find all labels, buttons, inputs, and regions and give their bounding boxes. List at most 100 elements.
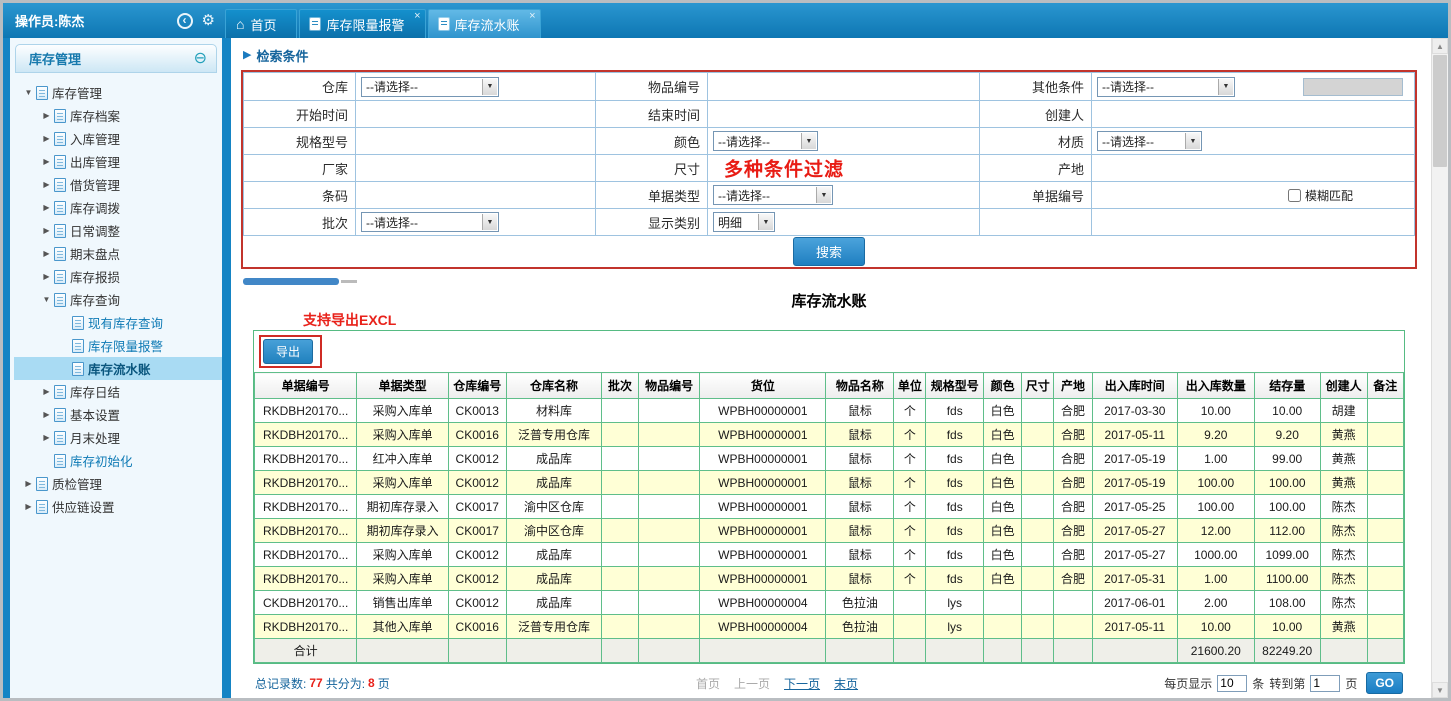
tree-item-label: 库存报损 — [70, 267, 120, 286]
first-page-link[interactable]: 首页 — [696, 675, 720, 692]
chevron-right-icon[interactable]: ▶ — [40, 134, 53, 143]
chevron-right-icon[interactable]: ▶ — [40, 387, 53, 396]
sidebar-item-inventory-query[interactable]: ▼库存查询 — [14, 288, 222, 311]
color-select[interactable]: --请选择--▼ — [713, 131, 818, 151]
search-section-header[interactable]: ▶ 检索条件 — [241, 45, 1417, 70]
vertical-scrollbar[interactable]: ▲ ▼ — [1431, 38, 1448, 698]
chevron-down-icon[interactable]: ▼ — [22, 88, 35, 97]
manufacturer-input[interactable] — [361, 158, 579, 178]
scroll-up-icon[interactable]: ▲ — [1432, 38, 1448, 54]
sidebar-item-borrow-management[interactable]: ▶借货管理 — [14, 173, 222, 196]
table-row[interactable]: RKDBH20170...其他入库单CK0016泛普专用仓库WPBH000000… — [255, 615, 1404, 639]
sidebar-item-daily-adjustment[interactable]: ▶日常调整 — [14, 219, 222, 242]
sidebar-item-inventory-daily-settlement[interactable]: ▶库存日结 — [14, 380, 222, 403]
table-row[interactable]: RKDBH20170...采购入库单CK0012成品库WPBH00000001鼠… — [255, 471, 1404, 495]
table-row[interactable]: RKDBH20170...期初库存录入CK0017渝中区仓库WPBH000000… — [255, 519, 1404, 543]
chevron-right-icon[interactable]: ▶ — [40, 203, 53, 212]
start-time-input[interactable] — [361, 104, 579, 124]
chevron-right-icon[interactable]: ▶ — [40, 249, 53, 258]
table-cell: 108.00 — [1254, 591, 1320, 615]
origin-input[interactable] — [1097, 158, 1393, 178]
scroll-down-icon[interactable]: ▼ — [1432, 682, 1448, 698]
end-time-field-cell — [708, 101, 980, 127]
tab-inventory-limit-alarm[interactable]: 库存限量报警× — [299, 9, 425, 38]
start-time-field-cell — [356, 101, 596, 127]
manufacturer-field-cell — [356, 155, 596, 181]
chevron-down-icon[interactable]: ▼ — [40, 295, 53, 304]
go-button[interactable]: GO — [1366, 672, 1403, 694]
sidebar-item-supply-chain-settings[interactable]: ▶供应链设置 — [14, 495, 222, 518]
sidebar-item-quality-inspection[interactable]: ▶质检管理 — [14, 472, 222, 495]
topbar: 操作员:陈杰 ‹ ⚙ ⌂首页库存限量报警×库存流水账× — [3, 3, 1448, 38]
chevron-right-icon[interactable]: ▶ — [40, 226, 53, 235]
close-icon[interactable]: × — [529, 10, 535, 22]
sidebar-item-period-end-stocktake[interactable]: ▶ 期末盘点 — [14, 242, 222, 265]
tab-home[interactable]: ⌂首页 — [225, 9, 297, 38]
close-icon[interactable]: × — [414, 10, 420, 22]
doc-type-select[interactable]: --请选择--▼ — [713, 185, 833, 205]
splitter[interactable] — [222, 38, 231, 698]
sidebar-item-inventory-transfer[interactable]: ▶库存调拨 — [14, 196, 222, 219]
chevron-right-icon[interactable]: ▶ — [40, 410, 53, 419]
vertical-scrollbar-thumb[interactable] — [1433, 55, 1447, 167]
table-row[interactable]: RKDBH20170...采购入库单CK0016泛普专用仓库WPBH000000… — [255, 423, 1404, 447]
next-page-link[interactable]: 下一页 — [784, 675, 820, 692]
chevron-right-icon[interactable]: ▶ — [22, 479, 35, 488]
export-button[interactable]: 导出 — [263, 339, 313, 364]
other-condition-select[interactable]: --请选择--▼ — [1097, 77, 1235, 97]
display-category-select[interactable]: 明细▼ — [713, 212, 775, 232]
back-icon[interactable]: ‹ — [177, 13, 193, 29]
horizontal-scrollbar-thumb[interactable] — [243, 278, 339, 285]
table-cell — [602, 471, 638, 495]
chevron-right-icon[interactable]: ▶ — [40, 272, 53, 281]
creator-input[interactable] — [1097, 104, 1393, 124]
sidebar-item-month-end-processing[interactable]: ▶月末处理 — [14, 426, 222, 449]
table-row[interactable]: RKDBH20170...采购入库单CK0013材料库WPBH00000001鼠… — [255, 399, 1404, 423]
doc-type-field-cell: --请选择--▼ — [708, 182, 980, 208]
table-cell: 白色 — [983, 495, 1021, 519]
fuzzy-match-checkbox[interactable] — [1288, 189, 1301, 202]
gear-icon[interactable]: ⚙ — [202, 13, 215, 28]
per-page-input[interactable] — [1217, 675, 1247, 692]
batch-select[interactable]: --请选择--▼ — [361, 212, 499, 232]
sidebar-item-inventory-loss[interactable]: ▶ 库存报损 — [14, 265, 222, 288]
chevron-right-icon[interactable]: ▶ — [40, 433, 53, 442]
table-row[interactable]: RKDBH20170...采购入库单CK0012成品库WPBH00000001鼠… — [255, 567, 1404, 591]
warehouse-select[interactable]: --请选择--▼ — [361, 77, 499, 97]
end-time-input[interactable] — [713, 104, 961, 124]
chevron-right-icon[interactable]: ▶ — [22, 502, 35, 511]
search-button[interactable]: 搜索 — [793, 237, 865, 266]
sidebar-item-inventory-limit-alarm[interactable]: 库存限量报警 — [14, 334, 222, 357]
table-row[interactable]: RKDBH20170...采购入库单CK0012成品库WPBH00000001鼠… — [255, 543, 1404, 567]
sidebar-item-inventory-ledger[interactable]: 库存流水账 — [14, 357, 222, 380]
tree-item-label: 期末盘点 — [70, 244, 120, 263]
collapse-panel-icon[interactable]: ⊖ — [194, 51, 207, 67]
results-toolbar: 导出 — [254, 331, 1404, 372]
vertical-scrollbar-track[interactable] — [1432, 168, 1448, 682]
chevron-right-icon[interactable]: ▶ — [40, 111, 53, 120]
table-row[interactable]: RKDBH20170...红冲入库单CK0012成品库WPBH00000001鼠… — [255, 447, 1404, 471]
item-code-input[interactable] — [713, 77, 961, 97]
table-cell — [1367, 567, 1403, 591]
prev-page-link[interactable]: 上一页 — [734, 675, 770, 692]
sidebar-item-inventory-management[interactable]: ▼库存管理 — [14, 81, 222, 104]
sidebar-item-basic-settings[interactable]: ▶基本设置 — [14, 403, 222, 426]
table-row[interactable]: RKDBH20170...期初库存录入CK0017渝中区仓库WPBH000000… — [255, 495, 1404, 519]
table-cell: WPBH00000004 — [700, 615, 826, 639]
table-row[interactable]: CKDBH20170...销售出库单CK0012成品库WPBH00000004色… — [255, 591, 1404, 615]
tab-inventory-ledger[interactable]: 库存流水账× — [428, 9, 541, 38]
last-page-link[interactable]: 末页 — [834, 675, 858, 692]
sidebar-item-inventory-archives[interactable]: ▶库存档案 — [14, 104, 222, 127]
sidebar-item-inventory-initialization[interactable]: 库存初始化 — [14, 449, 222, 472]
table-cell: 陈杰 — [1320, 543, 1367, 567]
sidebar-item-current-inventory-query[interactable]: 现有库存查询 — [14, 311, 222, 334]
barcode-input[interactable] — [361, 185, 579, 205]
goto-page-input[interactable] — [1310, 675, 1340, 692]
chevron-right-icon[interactable]: ▶ — [40, 180, 53, 189]
sidebar-item-inbound-management[interactable]: ▶入库管理 — [14, 127, 222, 150]
chevron-right-icon[interactable]: ▶ — [40, 157, 53, 166]
horizontal-scrollbar[interactable] — [243, 276, 1417, 286]
material-select[interactable]: --请选择--▼ — [1097, 131, 1202, 151]
sidebar-item-outbound-management[interactable]: ▶出库管理 — [14, 150, 222, 173]
spec-model-input[interactable] — [361, 131, 579, 151]
